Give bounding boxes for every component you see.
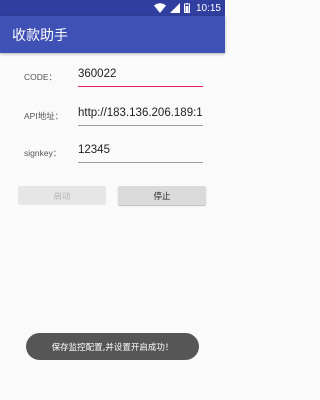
code-label: CODE：	[24, 72, 58, 82]
code-field[interactable]: 360022	[78, 67, 203, 87]
status-icons: 10:15	[153, 1, 221, 15]
api-value[interactable]: http://183.136.206.189:10	[78, 107, 203, 119]
battery-icon	[183, 3, 190, 13]
status-bar: 10:15	[0, 0, 225, 16]
start-button[interactable]: 启动	[18, 186, 106, 205]
signkey-underline	[78, 162, 203, 163]
api-underline	[78, 125, 203, 126]
api-label: API地址：	[24, 111, 64, 121]
stop-button[interactable]: 停止	[118, 186, 206, 205]
signkey-value[interactable]: 12345	[78, 144, 110, 156]
app-title: 收款助手	[12, 28, 68, 44]
signal-icon	[169, 3, 180, 13]
api-row: API地址： http://183.136.206.189:10	[0, 106, 225, 128]
code-value[interactable]: 360022	[78, 68, 116, 80]
signkey-label: signkey：	[24, 148, 62, 158]
app-bar: 收款助手	[0, 16, 225, 53]
signkey-row: signkey： 12345	[0, 143, 225, 165]
code-underline	[78, 85, 203, 87]
code-row: CODE： 360022	[0, 67, 225, 89]
wifi-icon	[153, 3, 166, 13]
status-time: 10:15	[195, 2, 221, 14]
toast-message: 保存监控配置,并设置开启成功！	[26, 333, 199, 360]
api-field[interactable]: http://183.136.206.189:10	[78, 106, 203, 126]
signkey-field[interactable]: 12345	[78, 143, 203, 163]
